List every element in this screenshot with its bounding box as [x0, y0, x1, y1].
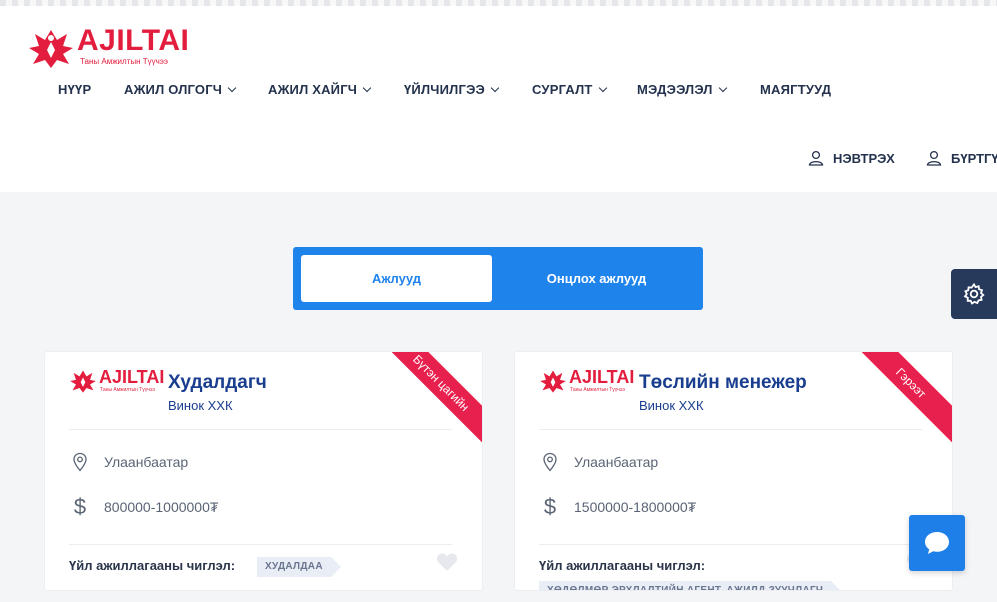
register-label: БҮРТГҮ	[951, 150, 997, 166]
salary-text: 800000-1000000₮	[104, 499, 219, 515]
job-salary: $ 800000-1000000₮	[69, 494, 219, 520]
logo-wordmark: AJILTAI	[77, 24, 190, 57]
activity-field-label: Үйл ажиллагааны чиглэл:	[69, 558, 236, 573]
location-text: Улаанбаатар	[574, 454, 659, 470]
activity-field-label: Үйл ажиллагааны чиглэл:	[539, 558, 706, 573]
nav-item-services[interactable]: ҮЙЛЧИЛГЭЭ	[404, 82, 532, 97]
employment-type-ribbon: Гэрээт	[848, 352, 952, 446]
job-title[interactable]: Төслийн менежер	[639, 372, 807, 394]
heart-icon[interactable]	[436, 552, 458, 572]
job-card[interactable]: AJILTAI Таны Амжилтын Түүчээ Төслийн мен…	[514, 351, 953, 591]
job-title[interactable]: Худалдагч	[168, 372, 267, 394]
company-logo-tagline: Таны Амжилтын Түүчээ	[570, 387, 625, 393]
job-location: Улаанбаатар	[539, 452, 658, 472]
activity-field-tag[interactable]: ХӨДӨЛМӨР ЭРХЛАЛТИЙН АГЕНТ, АЖИЛД ЗУУЧЛАГ…	[539, 581, 842, 590]
chevron-down-icon	[362, 83, 372, 92]
login-link[interactable]: НЭВТРЭХ	[808, 150, 895, 166]
company-logo-tagline: Таны Амжилтын Түүчээ	[100, 387, 155, 393]
nav-item-employer[interactable]: АЖИЛ ОЛГОГЧ	[124, 82, 268, 97]
chevron-down-icon	[598, 83, 607, 92]
chevron-down-icon	[718, 83, 727, 92]
nav-item-job-seeker[interactable]: АЖИЛ ХАЙГЧ	[268, 82, 404, 97]
company-name[interactable]: Винок ХХК	[168, 398, 233, 413]
logo-tagline: Таны Амжилтын Түүчээ	[80, 57, 168, 66]
company-logo-wordmark: AJILTAI	[99, 367, 165, 387]
login-label: НЭВТРЭХ	[833, 150, 895, 166]
nav-item-forms[interactable]: МАЯГТУУД	[760, 82, 831, 97]
logo-mark-icon	[70, 370, 96, 393]
site-logo[interactable]: AJILTAI Таны Амжилтын Түүчээ	[27, 22, 197, 74]
company-logo: AJILTAI Таны Амжилтын Түүчээ	[69, 367, 167, 394]
nav-item-training[interactable]: СУРГАЛТ	[532, 82, 637, 97]
nav-item-news[interactable]: МЭДЭЭЛЭЛ	[637, 82, 760, 97]
chat-button[interactable]	[909, 515, 965, 571]
company-logo: AJILTAI Таны Амжилтын Түүчээ	[539, 367, 637, 394]
map-pin-icon	[69, 452, 91, 472]
job-salary: $ 1500000-1800000₮	[539, 494, 696, 520]
register-link[interactable]: БҮРТГҮ	[926, 150, 997, 166]
job-type-toggle: Ажлууд Онцлох ажлууд	[293, 247, 703, 310]
job-location: Улаанбаатар	[69, 452, 188, 472]
divider	[539, 544, 922, 545]
tab-featured-jobs[interactable]: Онцлох ажлууд	[498, 255, 695, 302]
dollar-icon: $	[73, 494, 87, 519]
nav-item-label: АЖИЛ ОЛГОГЧ	[124, 82, 223, 97]
logo-mark-icon	[540, 370, 566, 393]
logo-mark-icon	[29, 30, 73, 68]
dollar-icon: $	[543, 494, 557, 519]
employment-type-ribbon: Бүтэн цагийн	[378, 352, 482, 446]
nav-item-label: НҮҮР	[58, 82, 92, 97]
salary-text: 1500000-1800000₮	[574, 499, 697, 515]
location-text: Улаанбаатар	[104, 454, 189, 470]
tab-jobs[interactable]: Ажлууд	[301, 255, 492, 302]
nav-item-label: СУРГАЛТ	[532, 82, 593, 97]
map-pin-icon	[539, 452, 561, 472]
user-icon	[808, 150, 824, 166]
divider	[69, 544, 452, 545]
main-nav: НҮҮР АЖИЛ ОЛГОГЧ АЖИЛ ХАЙГЧ ҮЙЛЧИЛГЭЭ СУ…	[58, 82, 831, 97]
settings-button[interactable]	[951, 269, 997, 319]
chevron-down-icon	[227, 83, 237, 92]
nav-item-label: МАЯГТУУД	[760, 82, 832, 97]
company-name[interactable]: Винок ХХК	[639, 398, 704, 413]
divider	[69, 429, 452, 430]
job-card[interactable]: AJILTAI Таны Амжилтын Түүчээ Худалдагч В…	[44, 351, 483, 591]
chat-bubble-icon	[925, 532, 949, 554]
chevron-down-icon	[490, 83, 500, 92]
divider	[539, 429, 922, 430]
site-header: AJILTAI Таны Амжилтын Түүчээ НҮҮР АЖИЛ О…	[0, 6, 997, 192]
activity-field-tag[interactable]: ХУДАЛДАА	[257, 557, 341, 577]
nav-item-label: АЖИЛ ХАЙГЧ	[268, 82, 358, 97]
company-logo-wordmark: AJILTAI	[569, 367, 635, 387]
user-icon	[926, 150, 942, 166]
nav-item-home[interactable]: НҮҮР	[58, 82, 124, 97]
nav-item-label: ҮЙЛЧИЛГЭЭ	[404, 82, 485, 97]
nav-item-label: МЭДЭЭЛЭЛ	[637, 82, 713, 97]
gear-icon	[963, 282, 985, 305]
